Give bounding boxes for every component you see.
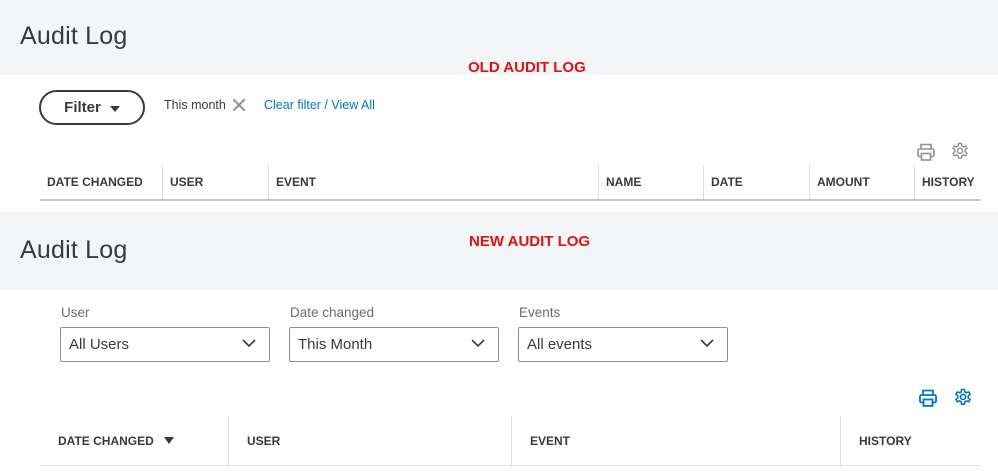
new-audit-log-caption: NEW AUDIT LOG (469, 233, 591, 250)
date-changed-filter-select[interactable]: This Month (289, 327, 499, 362)
chevron-down-icon (700, 339, 714, 348)
printer-icon[interactable] (918, 388, 938, 408)
close-icon[interactable] (232, 98, 246, 112)
chevron-down-icon (471, 339, 485, 348)
column-header-name[interactable]: NAME (598, 165, 703, 199)
gear-icon[interactable] (953, 388, 973, 408)
new-table-header: DATE CHANGED USER EVENT HISTORY (40, 416, 981, 466)
old-table-header: DATE CHANGED USER EVENT NAME DATE AMOUNT… (40, 165, 981, 201)
page-title: Audit Log (20, 22, 128, 50)
date-changed-filter-value: This Month (298, 336, 373, 353)
old-audit-log-caption: OLD AUDIT LOG (468, 59, 586, 76)
events-filter-label: Events (519, 305, 561, 320)
filter-button[interactable]: Filter (39, 90, 145, 125)
filter-button-label: Filter (64, 99, 101, 116)
column-header-event[interactable]: EVENT (268, 165, 598, 199)
user-filter-select[interactable]: All Users (60, 327, 270, 362)
active-filter-chip: This month (164, 98, 246, 112)
column-header-user[interactable]: USER (162, 165, 268, 199)
active-filter-label: This month (164, 98, 226, 112)
column-header-history[interactable]: HISTORY (840, 416, 981, 465)
caret-down-icon (109, 105, 120, 112)
column-header-user[interactable]: USER (228, 416, 511, 465)
new-header-band (0, 212, 998, 290)
user-filter-label: User (61, 305, 90, 320)
page-title: Audit Log (20, 236, 128, 264)
printer-icon[interactable] (916, 142, 936, 162)
column-header-history[interactable]: HISTORY (914, 165, 981, 199)
gear-icon[interactable] (950, 142, 970, 162)
date-changed-filter-label: Date changed (290, 305, 375, 320)
events-filter-value: All events (527, 336, 593, 353)
chevron-down-icon (242, 339, 256, 348)
column-header-event[interactable]: EVENT (511, 416, 840, 465)
user-filter-value: All Users (69, 336, 130, 353)
column-header-amount[interactable]: AMOUNT (809, 165, 914, 199)
column-header-date-changed[interactable]: DATE CHANGED (40, 165, 162, 199)
column-header-date-changed-label: DATE CHANGED (58, 433, 154, 448)
sort-descending-icon (163, 437, 174, 444)
column-header-date[interactable]: DATE (703, 165, 809, 199)
events-filter-select[interactable]: All events (518, 327, 728, 362)
column-header-date-changed[interactable]: DATE CHANGED (40, 416, 228, 465)
clear-filter-link[interactable]: Clear filter / View All (264, 98, 375, 112)
